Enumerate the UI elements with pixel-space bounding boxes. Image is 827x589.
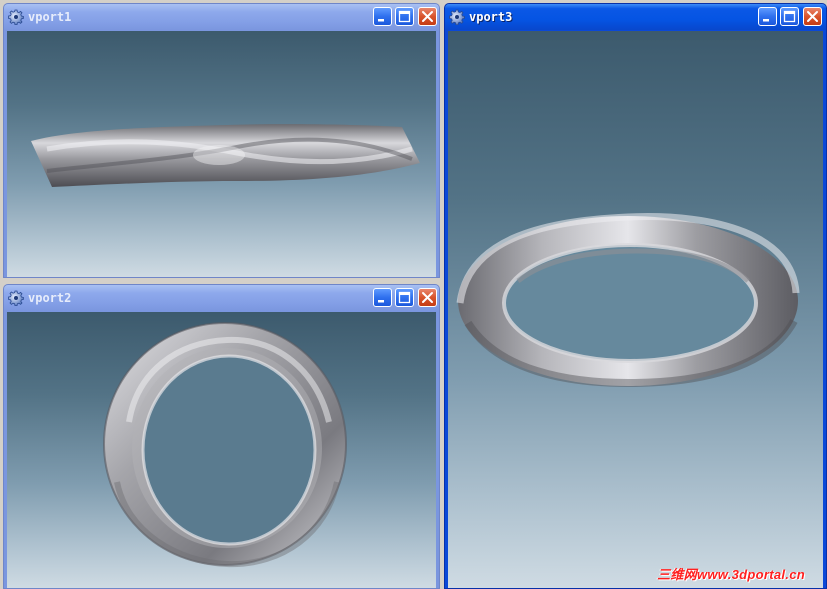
- window-title: vport2: [28, 291, 72, 305]
- maximize-button[interactable]: [780, 7, 799, 26]
- gear-icon[interactable]: [8, 9, 24, 26]
- minimize-button[interactable]: [373, 288, 392, 307]
- minimize-icon: [378, 19, 384, 22]
- close-icon: [807, 11, 818, 22]
- close-icon: [422, 292, 433, 303]
- watermark: 三维网www.3dportal.cn: [657, 567, 805, 582]
- gear-icon[interactable]: [449, 9, 465, 26]
- gear-icon[interactable]: [8, 290, 24, 307]
- close-button[interactable]: [803, 7, 822, 26]
- titlebar[interactable]: vport2: [4, 285, 439, 311]
- maximize-button[interactable]: [395, 7, 414, 26]
- viewport-top[interactable]: [7, 312, 436, 588]
- window-vport2[interactable]: vport2: [3, 284, 440, 589]
- window-vport3[interactable]: vport3 三维网www.3dportal.cn: [444, 3, 827, 589]
- maximize-icon: [398, 10, 411, 23]
- window-title: vport1: [28, 10, 72, 24]
- viewport-perspective[interactable]: 三维网www.3dportal.cn: [448, 31, 823, 588]
- maximize-button[interactable]: [395, 288, 414, 307]
- desktop: vport1 vport2 vport3 三维网www.3dportal.cn: [0, 0, 827, 589]
- twisted-ring-side-view: [31, 124, 420, 187]
- titlebar[interactable]: vport3: [445, 4, 826, 30]
- close-button[interactable]: [418, 288, 437, 307]
- maximize-icon: [398, 291, 411, 304]
- maximize-icon: [783, 10, 796, 23]
- minimize-icon: [763, 19, 769, 22]
- minimize-icon: [378, 300, 384, 303]
- window-vport1[interactable]: vport1: [3, 3, 440, 278]
- viewport-front[interactable]: [7, 31, 436, 277]
- minimize-button[interactable]: [758, 7, 777, 26]
- minimize-button[interactable]: [373, 7, 392, 26]
- titlebar[interactable]: vport1: [4, 4, 439, 30]
- close-icon: [422, 11, 433, 22]
- twisted-ring-top-view: [103, 322, 347, 568]
- window-title: vport3: [469, 10, 513, 24]
- twisted-ring-perspective-view: [456, 213, 800, 388]
- close-button[interactable]: [418, 7, 437, 26]
